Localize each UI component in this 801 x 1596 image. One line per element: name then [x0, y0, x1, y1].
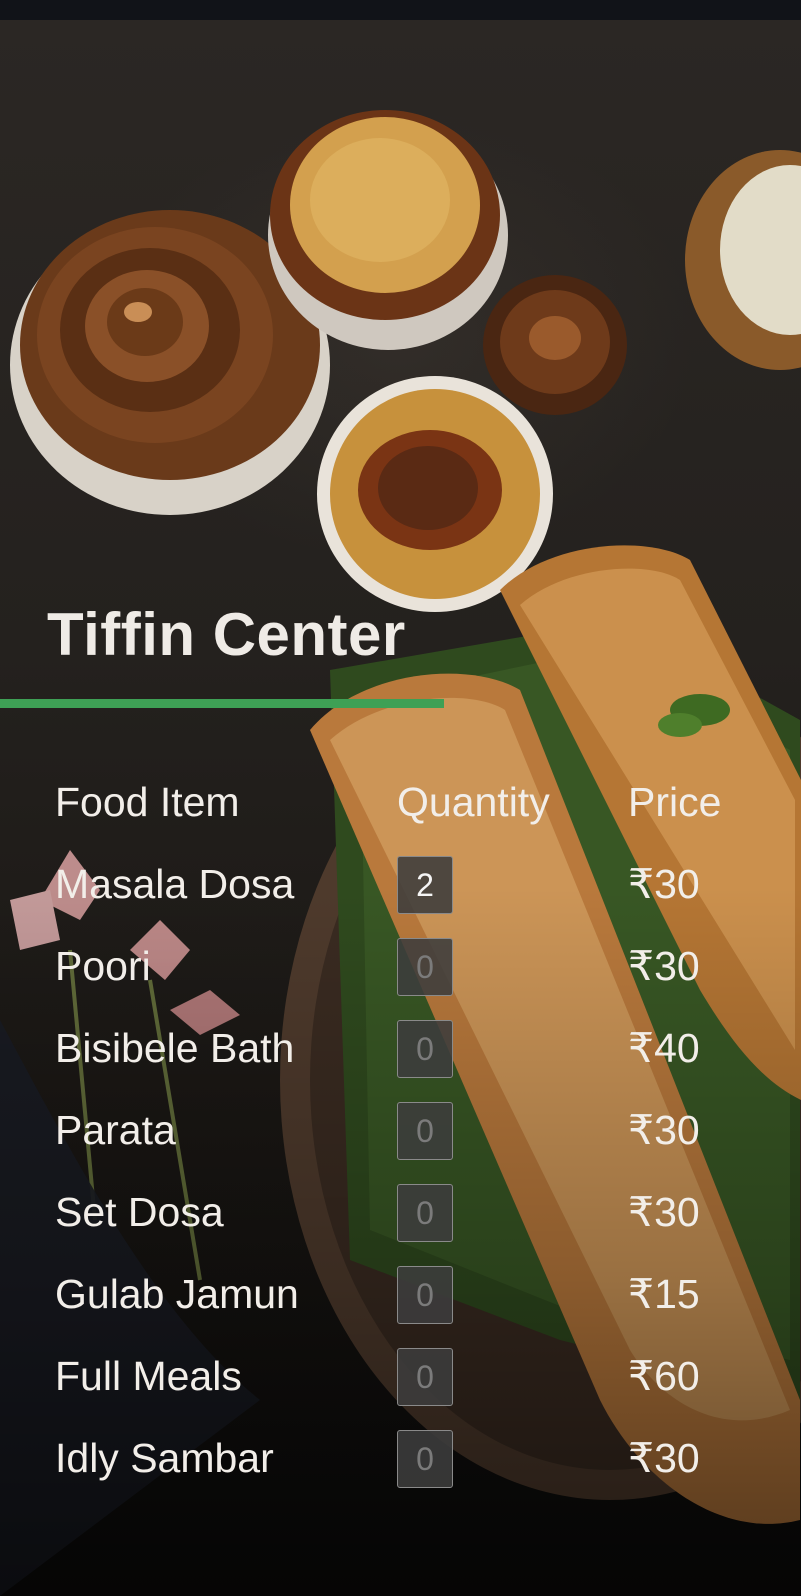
- food-item-price: ₹30: [628, 1107, 700, 1153]
- top-bar: [0, 0, 801, 20]
- quantity-input[interactable]: [397, 938, 453, 996]
- page-title: Tiffin Center: [47, 601, 406, 668]
- food-item-name: Idly Sambar: [55, 1435, 274, 1481]
- menu-table: Food Item Quantity Price Masala Dosa ₹30…: [55, 772, 755, 1510]
- quantity-input[interactable]: [397, 1102, 453, 1160]
- chutney-bowl-icon: [685, 150, 801, 370]
- food-item-name: Bisibele Bath: [55, 1025, 295, 1071]
- menu-row: Poori ₹30: [55, 936, 755, 1018]
- food-item-price: ₹60: [628, 1353, 700, 1399]
- menu-row: Bisibele Bath ₹40: [55, 1018, 755, 1100]
- food-item-price: ₹30: [628, 1189, 700, 1235]
- food-item-price: ₹30: [628, 1435, 700, 1481]
- menu-row: Gulab Jamun ₹15: [55, 1264, 755, 1346]
- small-lid-icon: [483, 275, 627, 415]
- food-item-price: ₹30: [628, 861, 700, 907]
- food-item-name: Gulab Jamun: [55, 1271, 299, 1317]
- title-underline: [0, 699, 444, 708]
- food-item-price: ₹15: [628, 1271, 700, 1317]
- header-food-item: Food Item: [55, 779, 240, 825]
- quantity-input[interactable]: [397, 1348, 453, 1406]
- header-price: Price: [628, 779, 722, 825]
- food-item-name: Set Dosa: [55, 1189, 224, 1235]
- food-item-name: Poori: [55, 943, 151, 989]
- menu-row: Parata ₹30: [55, 1100, 755, 1182]
- quantity-input[interactable]: [397, 1266, 453, 1324]
- menu-row: Full Meals ₹60: [55, 1346, 755, 1428]
- spice-pot-icon: [268, 110, 508, 350]
- food-item-price: ₹40: [628, 1025, 700, 1071]
- quantity-input[interactable]: [397, 856, 453, 914]
- quantity-input[interactable]: [397, 1430, 453, 1488]
- quantity-input[interactable]: [397, 1184, 453, 1242]
- quantity-input[interactable]: [397, 1020, 453, 1078]
- menu-row: Idly Sambar ₹30: [55, 1428, 755, 1510]
- menu-row: Set Dosa ₹30: [55, 1182, 755, 1264]
- food-item-price: ₹30: [628, 943, 700, 989]
- food-item-name: Masala Dosa: [55, 861, 295, 907]
- menu-header-row: Food Item Quantity Price: [55, 772, 755, 854]
- menu-row: Masala Dosa ₹30: [55, 854, 755, 936]
- food-item-name: Full Meals: [55, 1353, 242, 1399]
- header-quantity: Quantity: [397, 779, 550, 825]
- food-item-name: Parata: [55, 1107, 176, 1153]
